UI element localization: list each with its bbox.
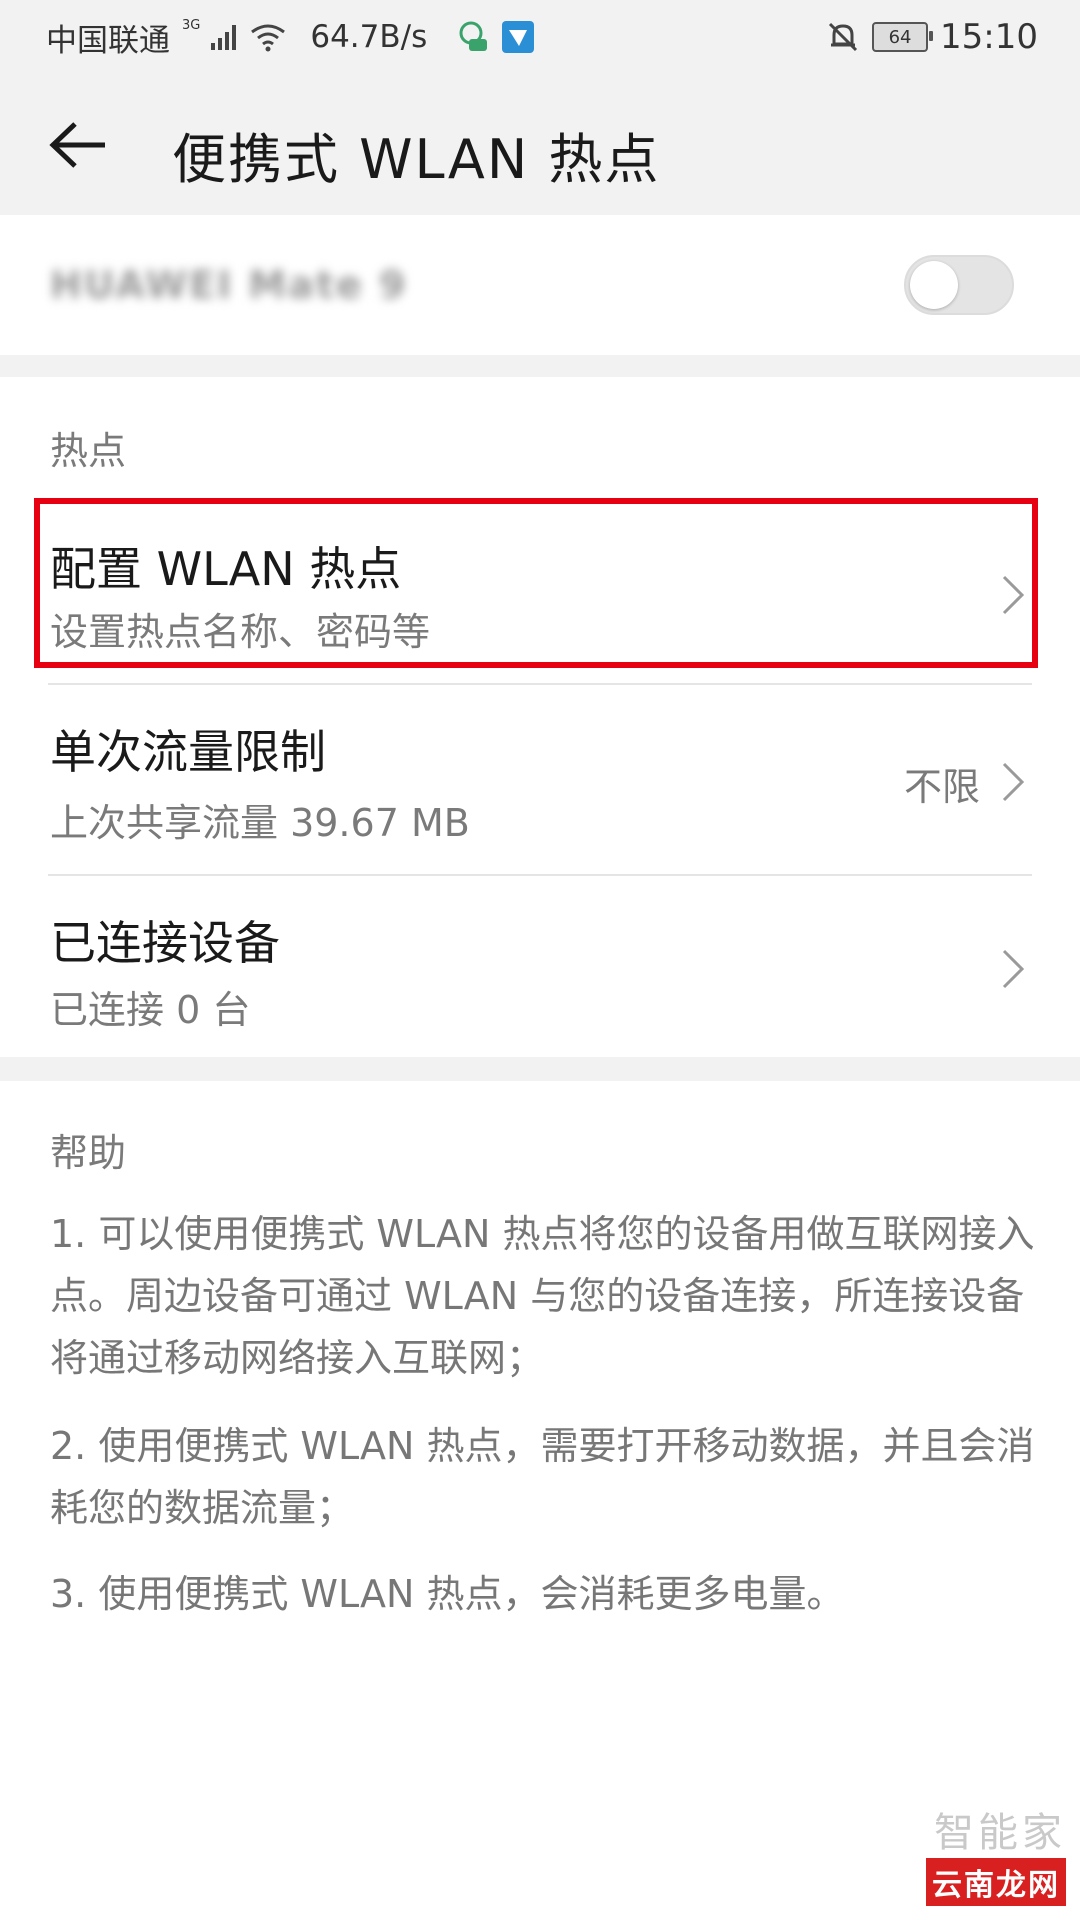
chevron-right-icon bbox=[1002, 762, 1025, 802]
network-speed: 64.7B/s bbox=[310, 19, 428, 55]
list-item-connected-devices[interactable]: 已连接设备 已连接 0 台 bbox=[0, 877, 1080, 1057]
section-gap bbox=[0, 1057, 1080, 1081]
back-button[interactable] bbox=[44, 110, 114, 180]
section-header-hotspot: 热点 bbox=[50, 429, 127, 473]
status-right: 64 15:10 bbox=[826, 14, 1038, 60]
item-title: 已连接设备 bbox=[50, 916, 280, 970]
divider bbox=[48, 683, 1032, 685]
battery-icon: 64 bbox=[872, 22, 934, 52]
item-title: 单次流量限制 bbox=[50, 725, 326, 779]
help-item: 2. 使用便携式 WLAN 热点，需要打开移动数据，并且会消耗您的数据流量； bbox=[50, 1424, 1035, 1530]
watermark: 智能家 云南龙网 bbox=[926, 1800, 1066, 1906]
help-item: 3. 使用便携式 WLAN 热点，会消耗更多电量。 bbox=[50, 1572, 845, 1616]
title-bar: 便携式 WLAN 热点 bbox=[0, 75, 1080, 215]
switch-knob bbox=[910, 261, 958, 309]
highlight-box bbox=[34, 498, 1038, 668]
divider bbox=[48, 874, 1032, 876]
item-subtitle: 上次共享流量 39.67 MB bbox=[50, 801, 470, 845]
signal-icon bbox=[211, 25, 237, 50]
bell-muted-icon bbox=[828, 22, 858, 52]
hotspot-toggle-row[interactable]: HUAWEI Mate 9 bbox=[0, 215, 1080, 355]
carrier-label: 中国联通 bbox=[46, 22, 170, 59]
item-subtitle: 已连接 0 台 bbox=[50, 988, 251, 1032]
wifi-icon bbox=[251, 24, 286, 52]
device-name: HUAWEI Mate 9 bbox=[50, 263, 408, 307]
chevron-right-icon bbox=[1002, 949, 1025, 989]
hotspot-switch[interactable] bbox=[904, 255, 1014, 315]
item-value: 不限 bbox=[903, 765, 980, 809]
page-title: 便携式 WLAN 热点 bbox=[172, 128, 661, 191]
clock: 15:10 bbox=[940, 17, 1038, 57]
list-item-data-limit[interactable]: 单次流量限制 上次共享流量 39.67 MB 不限 bbox=[0, 686, 1080, 874]
chat-notification-icon bbox=[459, 21, 488, 51]
help-item: 1. 可以使用便携式 WLAN 热点将您的设备用做互联网接入点。周边设备可通过 … bbox=[50, 1212, 1035, 1380]
app-notification-icon bbox=[502, 21, 535, 53]
battery-level: 64 bbox=[888, 26, 912, 48]
section-gap bbox=[0, 355, 1080, 377]
section-header-help: 帮助 bbox=[50, 1131, 127, 1175]
watermark-line2: 云南龙网 bbox=[926, 1858, 1066, 1906]
status-bar: 中国联通 3G 64.7B/s 64 15:10 bbox=[0, 0, 1080, 75]
back-arrow-icon bbox=[49, 122, 105, 168]
network-type: 3G bbox=[182, 17, 201, 33]
watermark-line1: 智能家 bbox=[934, 1810, 1066, 1856]
status-left: 中国联通 3G 64.7B/s bbox=[46, 14, 535, 60]
